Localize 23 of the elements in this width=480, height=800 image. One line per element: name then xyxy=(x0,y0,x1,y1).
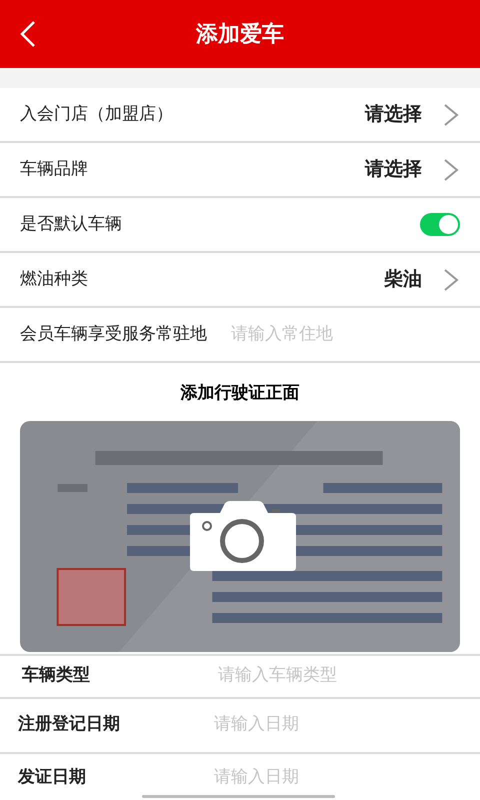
toggle-switch[interactable] xyxy=(420,213,460,236)
page-title: 添加爱车 xyxy=(196,20,284,48)
input-field[interactable]: 请输入车辆类型 xyxy=(218,663,398,689)
field-label: 发证日期 xyxy=(18,766,87,789)
field-label: 入会门店（加盟店） xyxy=(20,102,173,126)
field-label: 注册登记日期 xyxy=(18,713,121,736)
section-title: 添加行驶证正面 xyxy=(180,382,300,405)
chevron-icon xyxy=(442,158,460,182)
chevron-icon xyxy=(442,268,460,292)
input-field[interactable]: 请输入日期 xyxy=(214,764,394,790)
camera-icon xyxy=(190,500,296,570)
chevron-icon xyxy=(442,102,460,126)
input-field[interactable]: 请输入常住地 xyxy=(231,322,431,348)
input-field[interactable]: 请输入日期 xyxy=(214,712,394,738)
select-field[interactable]: 请选择 xyxy=(365,155,460,184)
field-label: 燃油种类 xyxy=(20,268,88,291)
field-label: 车辆品牌 xyxy=(20,158,88,181)
field-label: 是否默认车辆 xyxy=(20,212,122,236)
select-field[interactable]: 请选择 xyxy=(365,100,460,129)
back-icon xyxy=(20,20,36,48)
field-label: 会员车辆享受服务常驻地 xyxy=(20,322,207,346)
field-label: 车辆类型 xyxy=(22,664,91,688)
select-field[interactable]: 柴油 xyxy=(384,265,460,294)
